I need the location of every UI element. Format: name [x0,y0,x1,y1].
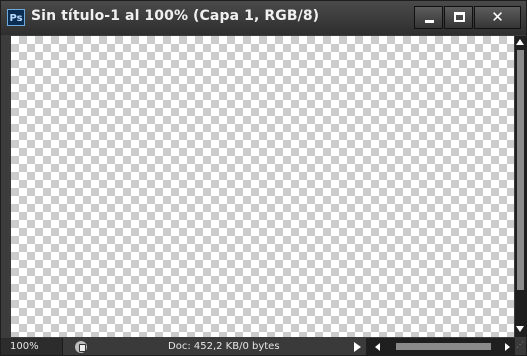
maximize-icon [454,12,465,22]
scroll-up-arrow-icon[interactable] [516,39,524,45]
title-bar[interactable]: Ps Sin título-1 al 100% (Capa 1, RGB/8) … [1,1,526,35]
status-bar: 100% Doc: 452,2 KB/0 bytes ⋰ [1,338,526,355]
document-window: Ps Sin título-1 al 100% (Capa 1, RGB/8) … [0,0,527,356]
document-size-info: Doc: 452,2 KB/0 bytes [168,341,280,352]
close-icon: ✕ [491,8,504,26]
scroll-down-arrow-icon[interactable] [516,326,524,332]
photoshop-icon: Ps [7,9,25,26]
status-info-icon[interactable] [75,341,87,353]
minimize-icon [425,20,434,23]
status-menu-arrow-icon[interactable] [354,342,361,352]
vertical-scrollbar[interactable] [515,36,526,337]
vertical-scroll-thumb[interactable] [517,50,524,290]
zoom-level-field[interactable]: 100% [1,338,63,355]
scroll-right-arrow-icon[interactable] [505,343,510,351]
horizontal-scroll-thumb[interactable] [396,343,491,350]
maximize-button[interactable] [444,6,473,29]
scroll-left-arrow-icon[interactable] [375,343,380,351]
minimize-button[interactable] [414,6,443,29]
window-title: Sin título-1 al 100% (Capa 1, RGB/8) [31,8,320,24]
close-button[interactable]: ✕ [474,6,521,29]
resize-grip-icon[interactable]: ⋰ [516,341,525,352]
horizontal-scrollbar[interactable] [366,338,515,355]
document-canvas[interactable] [11,36,514,337]
